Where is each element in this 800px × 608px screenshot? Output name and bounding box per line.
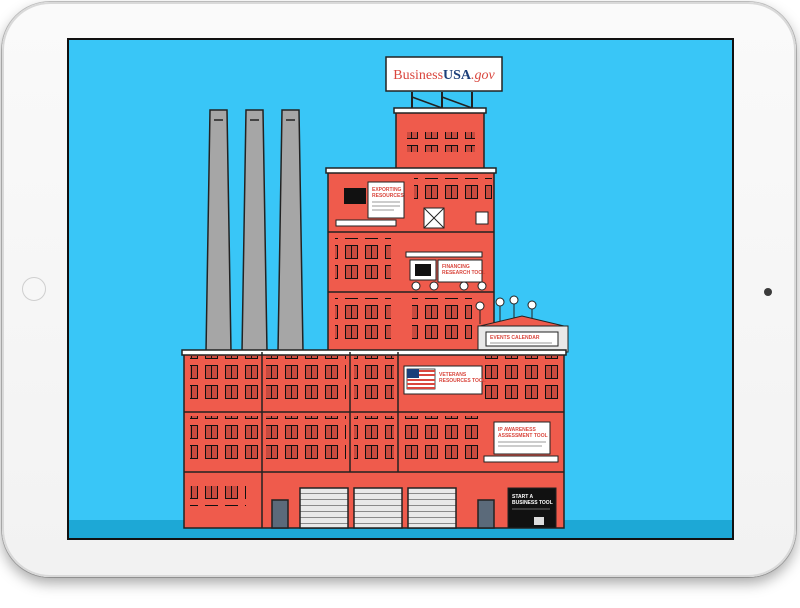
exporting-title-2: RESOURCES <box>372 193 404 199</box>
top-tower <box>393 107 487 171</box>
ip-awareness-card[interactable]: IP AWARENESS ASSESSMENT TOOL <box>483 421 559 463</box>
home-button[interactable] <box>22 277 46 301</box>
factory-illustration: BusinessUSA.gov EXPORTING RESOURCES FINA… <box>69 56 732 538</box>
financing-title-2: RESEARCH TOOL <box>442 270 485 276</box>
veterans-resources-card[interactable]: VETERANS RESOURCES TOOL <box>403 365 486 395</box>
events-title: EVENTS CALENDAR <box>490 335 540 341</box>
logo-business: Business <box>393 68 443 83</box>
chimneys <box>205 109 304 353</box>
screen: BusinessUSA.gov EXPORTING RESOURCES FINA… <box>67 38 734 540</box>
veterans-title-2: RESOURCES TOOL <box>439 378 486 384</box>
businessusa-logo[interactable]: BusinessUSA.gov <box>385 56 503 110</box>
svg-text:BusinessUSA.gov: BusinessUSA.gov <box>393 68 495 83</box>
logo-usa: USA <box>443 68 472 83</box>
camera-icon <box>764 288 772 296</box>
start-title-2: BUSINESS TOOL <box>512 500 553 506</box>
ip-title-2: ASSESSMENT TOOL <box>498 433 548 439</box>
logo-gov: .gov <box>471 68 496 83</box>
start-business-card[interactable]: START A BUSINESS TOOL <box>507 487 557 529</box>
